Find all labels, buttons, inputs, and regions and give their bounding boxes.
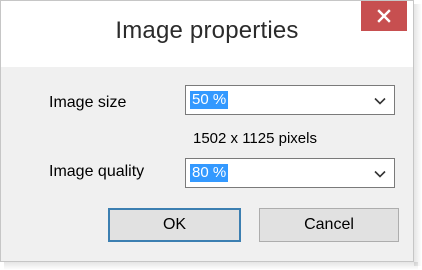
image-properties-dialog: Image properties Image size 50 % 1502 x … xyxy=(0,0,414,262)
image-dimensions: 1502 x 1125 pixels xyxy=(193,130,317,147)
chevron-down-icon[interactable] xyxy=(372,93,388,109)
window-shadow-bottom xyxy=(4,262,418,270)
close-button[interactable] xyxy=(361,1,407,31)
close-icon xyxy=(377,9,391,23)
image-size-label: Image size xyxy=(49,94,127,111)
chevron-down-icon[interactable] xyxy=(372,166,388,182)
title-bar[interactable]: Image properties xyxy=(1,1,413,67)
cancel-button[interactable]: Cancel xyxy=(259,208,399,242)
image-quality-value: 80 % xyxy=(190,164,229,182)
image-size-select[interactable]: 50 % xyxy=(185,85,395,115)
ok-button[interactable]: OK xyxy=(108,208,241,242)
image-quality-select[interactable]: 80 % xyxy=(185,158,395,188)
image-size-value: 50 % xyxy=(190,91,229,109)
window-shadow-right xyxy=(414,4,422,266)
image-quality-label: Image quality xyxy=(49,163,145,180)
dialog-title: Image properties xyxy=(115,17,299,44)
